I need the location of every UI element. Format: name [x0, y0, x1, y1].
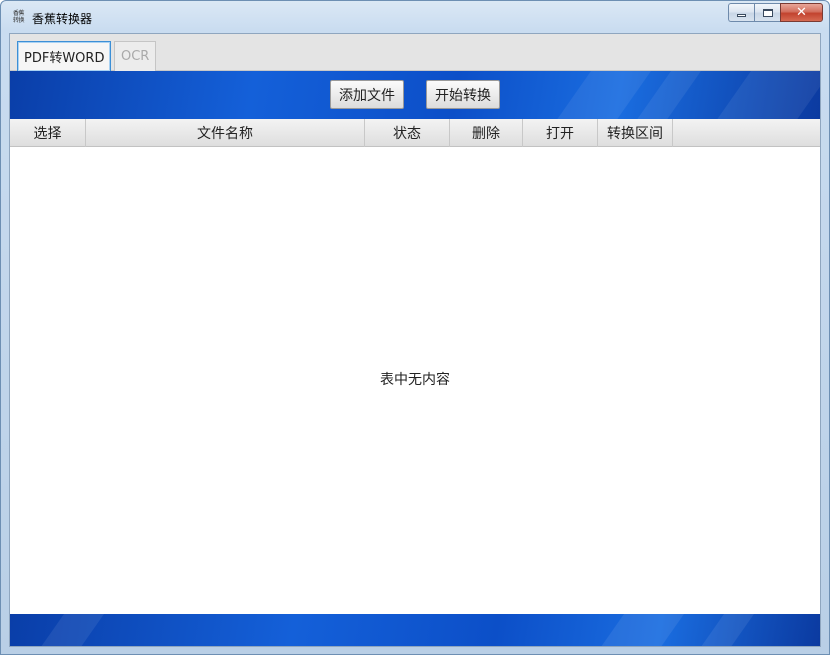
- empty-table-message: 表中无内容: [380, 372, 450, 388]
- column-header-range[interactable]: 转换区间: [598, 119, 673, 147]
- tab-pdf-to-word[interactable]: PDF转WORD: [17, 41, 112, 71]
- banner-decoration: [581, 614, 699, 646]
- client-area: PDF转WORD OCR 添加文件 开始转换 选择 文件名称 状态 删除 打开 …: [9, 33, 821, 647]
- close-button[interactable]: ✕: [780, 3, 823, 22]
- app-window: 香蕉 转换 香蕉转换器 ✕ PDF转WORD OCR 添加文件 开始转换 选择 …: [0, 0, 830, 655]
- column-header-select[interactable]: 选择: [10, 119, 86, 147]
- close-icon: ✕: [796, 5, 807, 20]
- tab-strip: PDF转WORD OCR: [10, 34, 820, 71]
- minimize-button[interactable]: [728, 3, 754, 22]
- banner-decoration: [694, 71, 820, 119]
- banner-decoration: [21, 614, 119, 646]
- maximize-icon: [762, 8, 773, 17]
- add-file-button[interactable]: 添加文件: [330, 80, 404, 109]
- tab-ocr[interactable]: OCR: [114, 41, 157, 71]
- toolbar-banner: 添加文件 开始转换: [10, 71, 820, 119]
- column-header-filler: [673, 119, 820, 147]
- maximize-button[interactable]: [754, 3, 780, 22]
- window-title: 香蕉转换器: [32, 12, 93, 26]
- column-header-delete[interactable]: 删除: [450, 119, 523, 147]
- table-body[interactable]: 表中无内容: [10, 147, 820, 614]
- minimize-icon: [737, 13, 746, 17]
- title-bar[interactable]: 香蕉 转换 香蕉转换器 ✕: [1, 1, 829, 33]
- table-header: 选择 文件名称 状态 删除 打开 转换区间: [10, 119, 820, 147]
- start-convert-button[interactable]: 开始转换: [426, 80, 500, 109]
- window-controls: ✕: [728, 3, 823, 23]
- app-icon: 香蕉 转换: [10, 10, 27, 27]
- app-icon-line1: 香蕉: [12, 10, 25, 17]
- column-header-open[interactable]: 打开: [523, 119, 598, 147]
- app-icon-line2: 转换: [12, 17, 25, 24]
- footer-banner: [10, 614, 820, 646]
- banner-decoration: [681, 614, 769, 646]
- column-header-status[interactable]: 状态: [365, 119, 450, 147]
- column-header-filename[interactable]: 文件名称: [86, 119, 365, 147]
